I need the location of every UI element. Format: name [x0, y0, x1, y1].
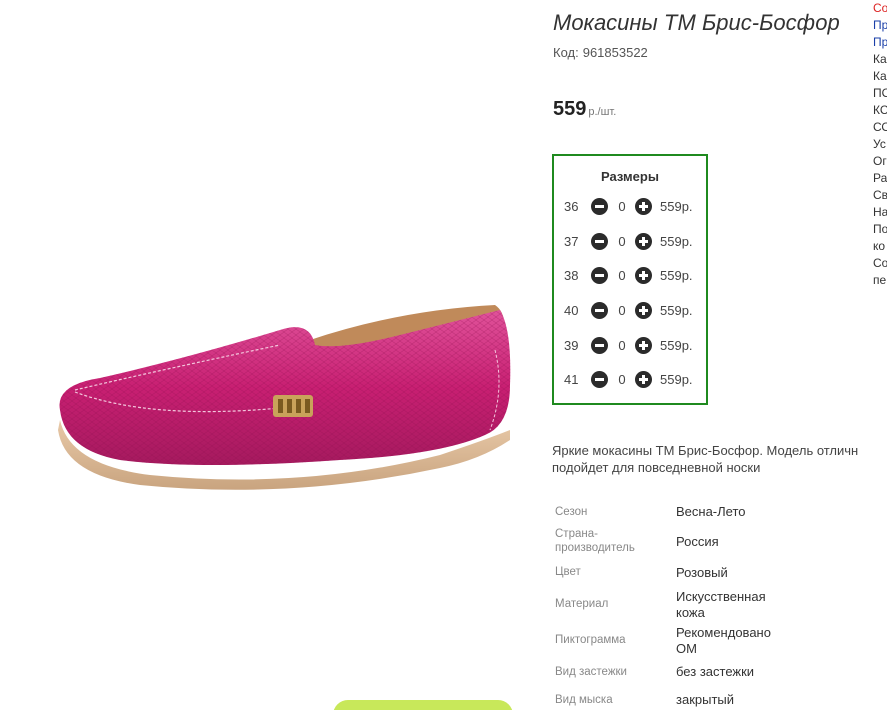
sizes-panel: Размеры 36 0 559р. 37 0 559р. 38 0 559р.… [552, 154, 708, 405]
spec-value: Розовый [676, 565, 728, 580]
plus-circle-icon[interactable] [635, 337, 652, 354]
spec-value: без застежки [676, 664, 755, 679]
add-to-cart-button[interactable] [333, 700, 513, 710]
spec-value: Рекомендовано ОМ [676, 625, 771, 656]
size-quantity: 0 [618, 268, 626, 283]
plus-circle-icon[interactable] [635, 371, 652, 388]
sidebar-text: пе [873, 273, 887, 287]
product-title: Мокасины ТМ Брис-Босфор [553, 10, 840, 35]
sizes-title: Размеры [601, 169, 659, 184]
sidebar-text: Ка [873, 69, 887, 83]
plus-circle-icon[interactable] [635, 302, 652, 319]
product-description: Яркие мокасины ТМ Брис-Босфор. Модель от… [552, 442, 887, 476]
size-row: 36 0 559р. [554, 196, 706, 218]
spec-label: Пиктограмма [555, 634, 626, 646]
product-price: 559 р./шт. [553, 98, 616, 121]
product-code-value: 961853522 [582, 45, 648, 60]
description-line: подойдет для повседневной носки [552, 460, 761, 475]
size-price: 559р. [660, 268, 693, 283]
size-quantity: 0 [618, 234, 626, 249]
plus-circle-icon[interactable] [635, 267, 652, 284]
spec-label: Сезон [555, 506, 588, 518]
sidebar-text: Ра [873, 171, 887, 185]
size-number: 39 [564, 338, 579, 353]
sidebar-text: ПО [873, 86, 887, 100]
minus-circle-icon[interactable] [591, 371, 608, 388]
sidebar-text: Со [873, 256, 887, 270]
sidebar-text: Св [873, 188, 887, 202]
sidebar-link[interactable]: Пр [873, 34, 887, 51]
spec-label: Цвет [555, 566, 581, 578]
spec-label: Вид мыска [555, 694, 613, 706]
size-quantity: 0 [618, 338, 626, 353]
product-code-label: Код: [553, 45, 579, 60]
sidebar-text: КС [873, 103, 887, 117]
minus-circle-icon[interactable] [591, 233, 608, 250]
size-price: 559р. [660, 372, 693, 387]
size-number: 37 [564, 234, 579, 249]
size-row: 38 0 559р. [554, 265, 706, 287]
spec-value: закрытый [676, 692, 735, 707]
spec-label: Страна- производитель [555, 528, 635, 554]
plus-circle-icon[interactable] [635, 198, 652, 215]
price-unit: р./шт. [588, 106, 617, 118]
sidebar-link[interactable]: Со [873, 0, 887, 17]
sidebar-text: На [873, 205, 887, 219]
size-row: 40 0 559р. [554, 300, 706, 322]
sidebar-text: ко [873, 239, 886, 253]
minus-circle-icon[interactable] [591, 337, 608, 354]
size-number: 36 [564, 199, 579, 214]
size-quantity: 0 [618, 303, 626, 318]
sidebar-text: Ус [873, 137, 886, 151]
spec-value: Весна-Лето [676, 504, 746, 519]
product-image[interactable] [40, 290, 520, 510]
description-line: Яркие мокасины ТМ Брис-Босфор. Модель от… [552, 443, 859, 458]
size-quantity: 0 [618, 372, 626, 387]
size-row: 41 0 559р. [554, 369, 706, 391]
product-code: Код: 961853522 [553, 45, 648, 60]
price-value: 559 [553, 98, 587, 120]
size-row: 37 0 559р. [554, 231, 706, 253]
minus-circle-icon[interactable] [591, 267, 608, 284]
right-sidebar: Со Пр Пр Ка Ка ПО КС СО Ус Ог Ра Св На П… [873, 0, 887, 289]
minus-circle-icon[interactable] [591, 198, 608, 215]
size-number: 40 [564, 303, 579, 318]
spec-label: Вид застежки [555, 666, 627, 678]
size-row: 39 0 559р. [554, 335, 706, 357]
sidebar-text: Ка [873, 52, 887, 66]
spec-value: Россия [676, 534, 719, 549]
minus-circle-icon[interactable] [591, 302, 608, 319]
size-number: 38 [564, 268, 579, 283]
size-price: 559р. [660, 338, 693, 353]
sidebar-link[interactable]: Пр [873, 17, 887, 34]
size-quantity: 0 [618, 199, 626, 214]
sidebar-text: Ог [873, 154, 887, 168]
sidebar-text: По [873, 222, 887, 236]
size-price: 559р. [660, 303, 693, 318]
sidebar-text: СО [873, 120, 887, 134]
spec-value: Искусственная кожа [676, 589, 766, 620]
size-price: 559р. [660, 234, 693, 249]
plus-circle-icon[interactable] [635, 233, 652, 250]
size-number: 41 [564, 372, 579, 387]
spec-label: Материал [555, 598, 609, 610]
size-price: 559р. [660, 199, 693, 214]
